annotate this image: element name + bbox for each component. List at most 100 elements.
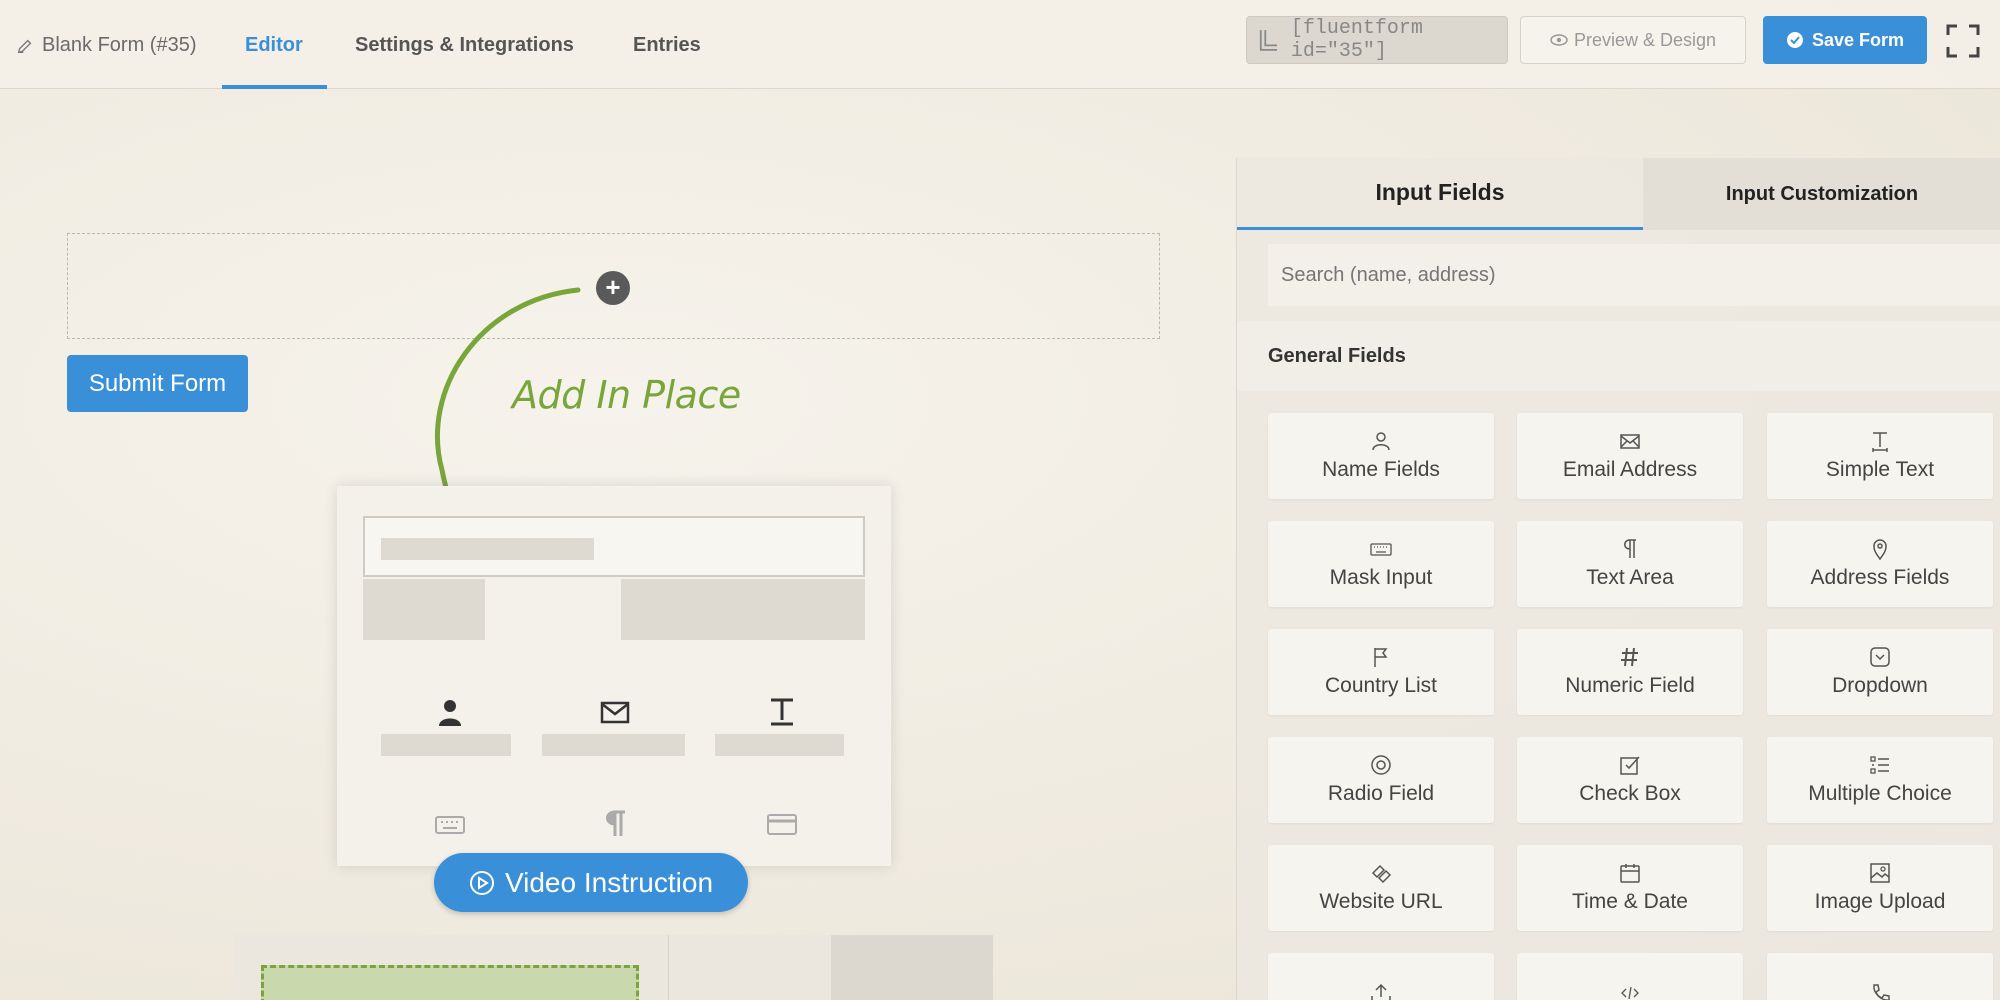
tab-input-fields[interactable]: Input Fields	[1237, 158, 1643, 230]
text-icon	[771, 698, 793, 726]
tab-editor[interactable]: Editor	[245, 34, 303, 57]
mock-input-bar	[381, 538, 594, 560]
field-card[interactable]: Email Address	[1517, 413, 1743, 499]
general-fields-title: General Fields	[1268, 344, 1406, 367]
field-card[interactable]: Numeric Field	[1517, 629, 1743, 715]
mock-block	[381, 734, 511, 756]
active-tab-indicator	[222, 85, 327, 89]
keyboard-icon	[435, 816, 465, 834]
radio-icon	[1371, 755, 1391, 775]
field-card[interactable]: Radio Field	[1268, 737, 1494, 823]
field-card[interactable]: Multiple Choice	[1767, 737, 1993, 823]
phone-icon	[1873, 984, 1890, 1000]
mock-drop-target	[261, 965, 639, 1000]
mock-block	[621, 579, 865, 640]
hash-icon	[1621, 647, 1638, 667]
shortcode-box[interactable]: [fluentform id="35"]	[1246, 16, 1508, 64]
add-field-plus-icon[interactable]: +	[596, 271, 630, 305]
general-fields-header[interactable]: General Fields	[1237, 321, 2000, 391]
tab-settings[interactable]: Settings & Integrations	[355, 34, 574, 57]
dropdown-icon	[1870, 647, 1890, 667]
checkbox-icon	[1620, 756, 1640, 775]
link-icon	[1371, 864, 1392, 884]
field-card[interactable]: Check Box	[1517, 737, 1743, 823]
shortcode-text: [fluentform id="35"]	[1290, 17, 1423, 63]
field-card-label: Radio Field	[1327, 782, 1435, 805]
submit-form-button[interactable]: Submit Form	[67, 355, 248, 412]
eye-icon	[1550, 34, 1568, 46]
field-card-label: Text Area	[1586, 566, 1674, 589]
user-icon	[439, 700, 461, 726]
field-card-label: Numeric Field	[1565, 674, 1695, 697]
form-title: Blank Form (#35)	[16, 34, 197, 57]
copy-icon	[1259, 30, 1278, 51]
field-card[interactable]: Address Fields	[1767, 521, 1993, 607]
field-card-label: Multiple Choice	[1808, 782, 1952, 805]
field-card-label: Dropdown	[1832, 674, 1928, 697]
field-card[interactable]	[1517, 953, 1743, 1000]
credit-card-icon	[767, 814, 797, 835]
image-icon	[1870, 863, 1890, 883]
field-card-label: Time & Date	[1572, 890, 1688, 913]
paragraph-icon	[1624, 539, 1636, 558]
video-instruction-button[interactable]: Video Instruction	[434, 853, 748, 912]
mock-block	[831, 935, 993, 1000]
map-pin-icon	[1873, 539, 1887, 560]
keyboard-icon	[1370, 543, 1392, 556]
check-circle-icon	[1786, 32, 1803, 48]
field-card[interactable]	[1767, 953, 1993, 1000]
preview-design-button[interactable]: Preview & Design	[1520, 16, 1746, 64]
envelope-icon	[1620, 434, 1640, 449]
play-circle-icon	[469, 870, 494, 895]
mock-block	[363, 579, 485, 640]
user-icon	[1372, 432, 1390, 451]
form-title-text: Blank Form (#35)	[42, 34, 197, 56]
field-card-label: Country List	[1324, 674, 1438, 697]
panel-tabs: Input Fields Input Customization	[1237, 158, 2000, 230]
field-card[interactable]	[1268, 953, 1494, 1000]
illustration-form-mockup	[337, 486, 891, 866]
envelope-icon	[600, 701, 630, 724]
field-card[interactable]: Time & Date	[1517, 845, 1743, 931]
calendar-icon	[1620, 864, 1640, 883]
field-card-label: Address Fields	[1810, 566, 1950, 589]
tab-input-customization[interactable]: Input Customization	[1643, 158, 2000, 230]
field-card[interactable]: Name Fields	[1268, 413, 1494, 499]
mock-block	[542, 734, 685, 756]
field-card-label: Image Upload	[1814, 890, 1946, 913]
save-form-button[interactable]: Save Form	[1763, 16, 1927, 64]
field-card[interactable]: Image Upload	[1767, 845, 1993, 931]
field-card-label: Name Fields	[1322, 458, 1440, 481]
field-card-label: Check Box	[1579, 782, 1681, 805]
field-card-label: Simple Text	[1825, 458, 1935, 481]
mock-input	[363, 516, 865, 577]
paragraph-icon	[606, 810, 625, 836]
code-icon	[1621, 986, 1639, 1000]
video-instruction-label: Video Instruction	[504, 866, 714, 898]
field-card-label: Mask Input	[1329, 566, 1433, 589]
field-card[interactable]: Website URL	[1268, 845, 1494, 931]
fullscreen-icon[interactable]	[1946, 24, 1980, 58]
list-icon	[1870, 756, 1889, 774]
mock-block	[715, 734, 844, 756]
mock-divider	[668, 935, 669, 1000]
field-card-label: Website URL	[1319, 890, 1443, 913]
field-card[interactable]: Country List	[1268, 629, 1494, 715]
preview-design-label: Preview & Design	[1573, 29, 1717, 50]
field-card[interactable]: Mask Input	[1268, 521, 1494, 607]
add-in-place-hint: Add In Place	[512, 373, 741, 417]
top-bar: Blank Form (#35) Editor Settings & Integ…	[0, 0, 2000, 89]
save-form-label: Save Form	[1811, 29, 1905, 50]
tab-entries[interactable]: Entries	[633, 34, 701, 57]
illustration-bottom-mockup	[233, 935, 993, 1000]
field-card[interactable]: Dropdown	[1767, 629, 1993, 715]
pencil-icon	[17, 39, 32, 53]
search-fields-input[interactable]	[1268, 244, 2000, 306]
text-icon	[1872, 432, 1888, 452]
upload-icon	[1371, 983, 1391, 1000]
field-card-label: Email Address	[1562, 458, 1698, 481]
field-panel: Input Fields Input Customization General…	[1236, 158, 2000, 1000]
flag-icon	[1374, 648, 1388, 667]
field-card[interactable]: Text Area	[1517, 521, 1743, 607]
field-card[interactable]: Simple Text	[1767, 413, 1993, 499]
